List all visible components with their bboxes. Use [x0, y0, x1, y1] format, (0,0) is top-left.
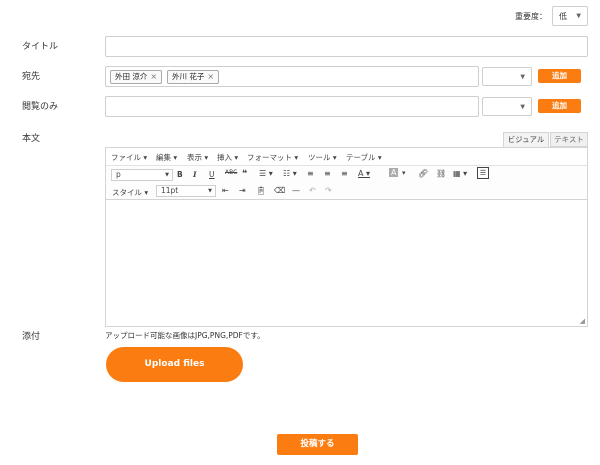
menu-table[interactable]: テーブル ▾ [346, 152, 382, 163]
format-select-value: p [116, 170, 121, 179]
recipient-tag[interactable]: 外川 花子 × [167, 70, 220, 84]
bullet-list-icon[interactable]: ☰ ▾ [259, 169, 273, 178]
priority-value: 低 [559, 12, 567, 21]
format-select[interactable]: p ▼ [111, 169, 173, 181]
code-view-icon[interactable]: ☰ [477, 167, 489, 179]
outdent-icon[interactable]: ⇤ [222, 186, 229, 195]
blockquote-icon[interactable]: ❝ [242, 169, 247, 179]
add-cc-button[interactable]: 追加 [538, 99, 581, 113]
editor-content-area[interactable] [106, 200, 587, 327]
style-menu[interactable]: スタイル ▾ [112, 187, 148, 198]
chevron-down-icon: ▼ [165, 172, 169, 178]
chevron-down-icon: ▼ [520, 103, 525, 110]
chevron-down-icon: ▼ [576, 12, 581, 20]
tab-visual[interactable]: ビジュアル [503, 132, 549, 147]
editor-toolbar: p ▼ B I U ABC ❝ ☰ ▾ ☷ ▾ ≡ ≡ ≡ A ▾ A ▾ 🔗︎… [106, 166, 587, 200]
recipient-tag-label: 外川 花子 [172, 72, 205, 81]
title-input[interactable] [105, 36, 588, 57]
numbered-list-icon[interactable]: ☷ ▾ [283, 169, 297, 178]
align-left-icon[interactable]: ≡ [307, 169, 314, 178]
rich-text-editor: ファイル ▾ 編集 ▾ 表示 ▾ 挿入 ▾ フォーマット ▾ ツール ▾ テーブ… [105, 147, 588, 327]
align-right-icon[interactable]: ≡ [341, 169, 348, 178]
editor-menubar: ファイル ▾ 編集 ▾ 表示 ▾ 挿入 ▾ フォーマット ▾ ツール ▾ テーブ… [106, 148, 587, 166]
priority-label: 重要度： [515, 12, 547, 21]
paste-icon[interactable]: 📋︎ [256, 186, 266, 195]
text-color-icon[interactable]: A ▾ [358, 169, 370, 178]
body-label: 本文 [22, 134, 41, 144]
menu-edit[interactable]: 編集 ▾ [156, 152, 177, 163]
underline-icon[interactable]: U [209, 170, 215, 179]
to-label: 宛先 [22, 72, 41, 82]
highlight-color-icon[interactable]: A [389, 168, 399, 177]
cc-select[interactable]: ▼ [482, 97, 532, 116]
font-size-select[interactable]: 11pt ▼ [156, 185, 216, 197]
chevron-down-icon: ▼ [208, 188, 212, 194]
redo-icon[interactable]: ↷ [325, 186, 332, 195]
menu-format[interactable]: フォーマット ▾ [247, 152, 298, 163]
menu-tools[interactable]: ツール ▾ [308, 152, 337, 163]
title-label: タイトル [22, 42, 59, 52]
highlight-chevron-icon[interactable]: ▾ [402, 169, 406, 177]
align-center-icon[interactable]: ≡ [324, 169, 331, 178]
unlink-icon[interactable]: ⛓︎ [436, 169, 446, 178]
attach-label: 添付 [22, 332, 41, 342]
upload-files-button[interactable]: Upload files [106, 347, 243, 382]
table-icon[interactable]: ▦ ▾ [453, 169, 467, 178]
bold-icon[interactable]: B [177, 170, 183, 179]
close-icon[interactable]: × [150, 72, 157, 81]
chevron-down-icon: ▼ [520, 73, 525, 80]
italic-icon[interactable]: I [193, 170, 197, 179]
menu-view[interactable]: 表示 ▾ [187, 152, 208, 163]
to-recipients-field[interactable]: 外田 涼介 × 外川 花子 × [105, 66, 479, 87]
add-to-button[interactable]: 追加 [538, 69, 581, 83]
clear-format-icon[interactable]: ⌫ [274, 186, 285, 195]
cc-label: 閲覧のみ [22, 102, 59, 112]
tab-text[interactable]: テキスト [550, 132, 588, 147]
menu-file[interactable]: ファイル ▾ [111, 152, 147, 163]
priority-select[interactable]: 低 ▼ [552, 6, 588, 26]
menu-insert[interactable]: 挿入 ▾ [217, 152, 238, 163]
indent-icon[interactable]: ⇥ [239, 186, 246, 195]
resize-handle-icon[interactable]: ◢ [580, 317, 585, 325]
font-size-value: 11pt [161, 186, 179, 195]
recipient-tag-label: 外田 涼介 [115, 72, 148, 81]
recipient-tag[interactable]: 外田 涼介 × [110, 70, 163, 84]
strikethrough-icon[interactable]: ABC [225, 169, 237, 176]
horizontal-rule-icon[interactable]: — [292, 186, 300, 195]
submit-button[interactable]: 投稿する [277, 434, 358, 455]
link-icon[interactable]: 🔗︎ [418, 169, 428, 178]
to-select[interactable]: ▼ [482, 67, 532, 86]
cc-field[interactable] [105, 96, 479, 117]
undo-icon[interactable]: ↶ [309, 186, 316, 195]
attach-note: アップロード可能な画像はJPG,PNG,PDFです。 [105, 331, 265, 340]
close-icon[interactable]: × [207, 72, 214, 81]
